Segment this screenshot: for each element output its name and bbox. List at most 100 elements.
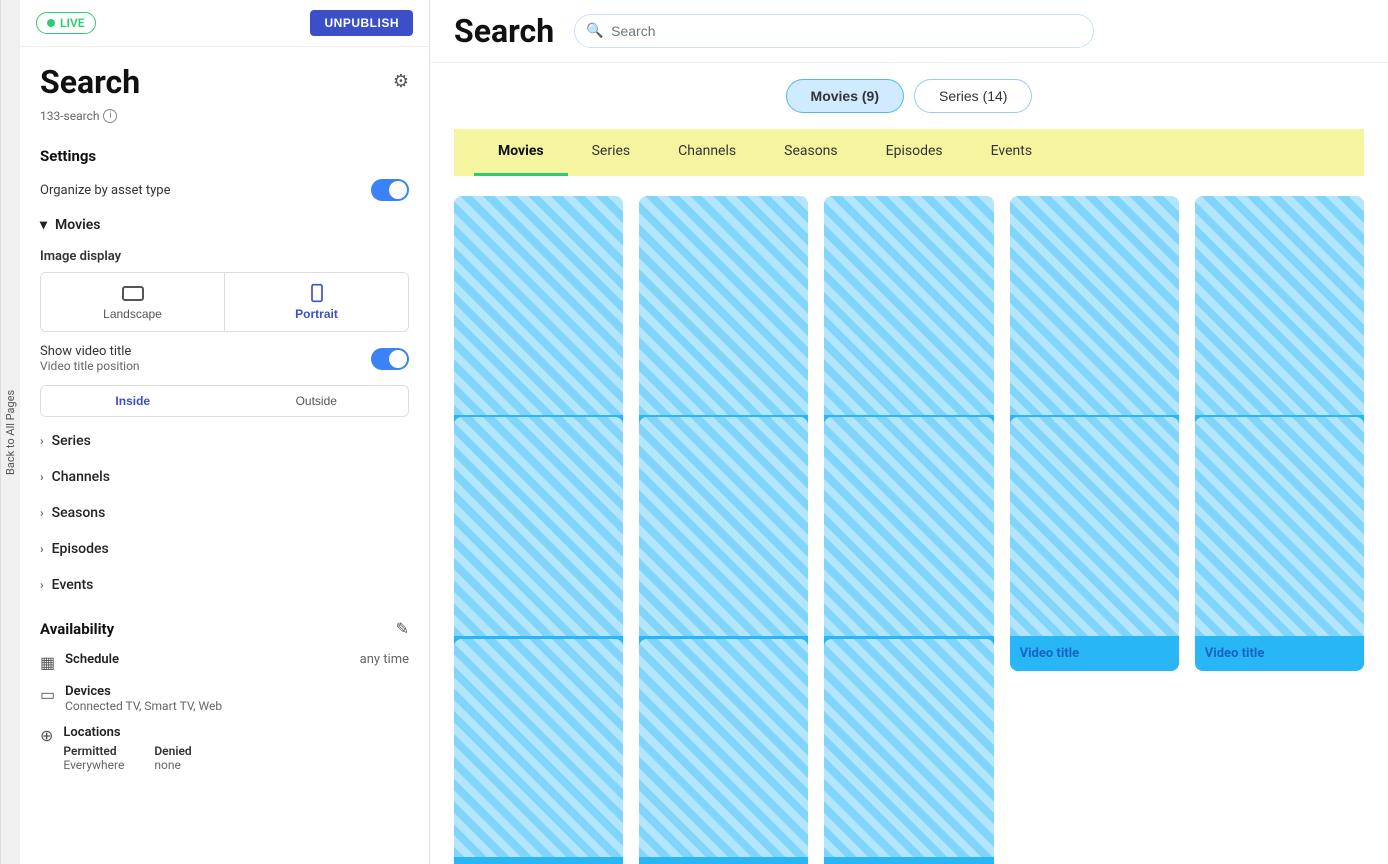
video-card-thumbnail: Video title [824,417,993,671]
devices-icon: ▭ [40,685,55,704]
asset-tab-seasons[interactable]: Seasons [760,129,862,176]
schedule-label: Schedule [65,652,119,667]
globe-icon: ⊕ [40,726,53,745]
video-card-thumbnail: Video title [1010,417,1179,671]
schedule-row: ▦ Schedule any time [20,646,429,678]
seasons-expand[interactable]: › Seasons [20,495,429,531]
movies-expand[interactable]: ▾ Movies [20,207,429,243]
live-badge: LIVE [36,12,96,34]
portrait-button[interactable]: Portrait [225,273,408,331]
unpublish-button[interactable]: UNPUBLISH [310,10,413,36]
events-expand[interactable]: › Events [20,567,429,603]
main-content: Search 🔍 Movies (9) Series (14) MoviesSer… [430,0,1388,864]
organize-toggle[interactable] [371,179,409,201]
filter-tab[interactable]: Movies (9) [786,79,904,113]
channels-chevron-right-icon: › [40,470,44,484]
live-dot-icon [47,19,55,27]
video-card[interactable]: Video title [639,196,808,450]
back-to-all-pages[interactable]: Back to All Pages [0,0,20,864]
main-title: Search [454,12,554,50]
asset-tabs: MoviesSeriesChannelsSeasonsEpisodesEvent… [454,129,1364,176]
show-video-title-label: Show video title [40,344,140,359]
search-input-wrapper: 🔍 [574,14,1094,48]
series-expand[interactable]: › Series [20,423,429,459]
locations-label: Locations [63,725,409,740]
episodes-expand[interactable]: › Episodes [20,531,429,567]
video-card-title: Video title [1195,636,1364,671]
video-card[interactable]: Video title [454,639,623,864]
denied-value: none [154,758,191,772]
video-card[interactable]: Video title [639,417,808,671]
filter-tabs: Movies (9) Series (14) [430,63,1388,121]
title-position-row: Inside Outside [40,385,409,417]
sidebar-top-bar: LIVE UNPUBLISH [20,0,429,47]
inside-button[interactable]: Inside [41,386,225,416]
video-card[interactable]: Video title [824,417,993,671]
video-card[interactable]: Video title [1195,417,1364,671]
video-card-thumbnail: Video title [824,639,993,864]
sidebar-slug: 133-search i [20,109,429,135]
main-header: Search 🔍 [430,0,1388,63]
video-card[interactable]: Video title [824,639,993,864]
devices-row: ▭ Devices Connected TV, Smart TV, Web [20,678,429,719]
video-card-title: Video title [1010,636,1179,671]
calendar-icon: ▦ [40,653,55,672]
sidebar-title: Search [40,63,140,101]
video-card-thumbnail: Video title [454,417,623,671]
series-chevron-right-icon: › [40,434,44,448]
video-card-thumbnail: Video title [454,639,623,864]
video-card-thumbnail: Video title [639,417,808,671]
video-card-title: Video title [454,857,623,864]
info-icon: i [103,109,117,123]
movies-chevron-down-icon: ▾ [40,217,47,233]
episodes-label: Episodes [52,541,109,557]
video-card[interactable]: Video title [1195,196,1364,450]
events-label: Events [52,577,94,593]
channels-expand[interactable]: › Channels [20,459,429,495]
outside-button[interactable]: Outside [225,386,409,416]
asset-tab-movies[interactable]: Movies [474,129,568,176]
video-card-title: Video title [824,857,993,864]
filter-tab[interactable]: Series (14) [914,79,1032,113]
organize-label: Organize by asset type [40,183,170,198]
asset-tab-episodes[interactable]: Episodes [862,129,967,176]
video-card[interactable]: Video title [1010,196,1179,450]
image-display-row: Landscape Portrait [40,272,409,332]
image-display-label: Image display [20,243,429,266]
asset-tab-events[interactable]: Events [967,129,1056,176]
asset-tab-series[interactable]: Series [568,129,655,176]
permitted-value: Everywhere [63,758,124,772]
availability-header: Availability ✎ [20,603,429,646]
show-video-title-toggle[interactable] [371,348,409,370]
devices-value: Connected TV, Smart TV, Web [65,699,409,713]
settings-section-title: Settings [20,135,429,173]
sidebar-header: Search ⚙ [20,47,429,109]
video-card-thumbnail: Video title [639,196,808,450]
video-card[interactable]: Video title [454,196,623,450]
gear-icon[interactable]: ⚙ [393,71,409,92]
video-grid: Video titleVideo titleVideo titleVideo t… [430,176,1388,864]
search-icon: 🔍 [586,23,603,39]
video-card[interactable]: Video title [1010,417,1179,671]
video-card[interactable]: Video title [639,639,808,864]
seasons-label: Seasons [52,505,106,521]
locations-section: ⊕ Locations Permitted Everywhere Denied … [20,719,429,778]
asset-tab-channels[interactable]: Channels [654,129,760,176]
show-video-title-row: Show video title Video title position [20,338,429,379]
live-label: LIVE [60,16,85,30]
availability-title: Availability [40,620,114,638]
video-title-position-label: Video title position [40,359,140,373]
video-card-thumbnail: Video title [1195,196,1364,450]
schedule-value: any time [360,652,409,667]
video-card-title: Video title [639,857,808,864]
video-card-thumbnail: Video title [1010,196,1179,450]
video-card[interactable]: Video title [454,417,623,671]
search-input[interactable] [574,14,1094,48]
events-chevron-right-icon: › [40,578,44,592]
movies-label: Movies [55,217,100,233]
channels-label: Channels [52,469,110,485]
video-card[interactable]: Video title [824,196,993,450]
landscape-button[interactable]: Landscape [41,273,224,331]
video-card-thumbnail: Video title [454,196,623,450]
edit-icon[interactable]: ✎ [396,619,409,638]
